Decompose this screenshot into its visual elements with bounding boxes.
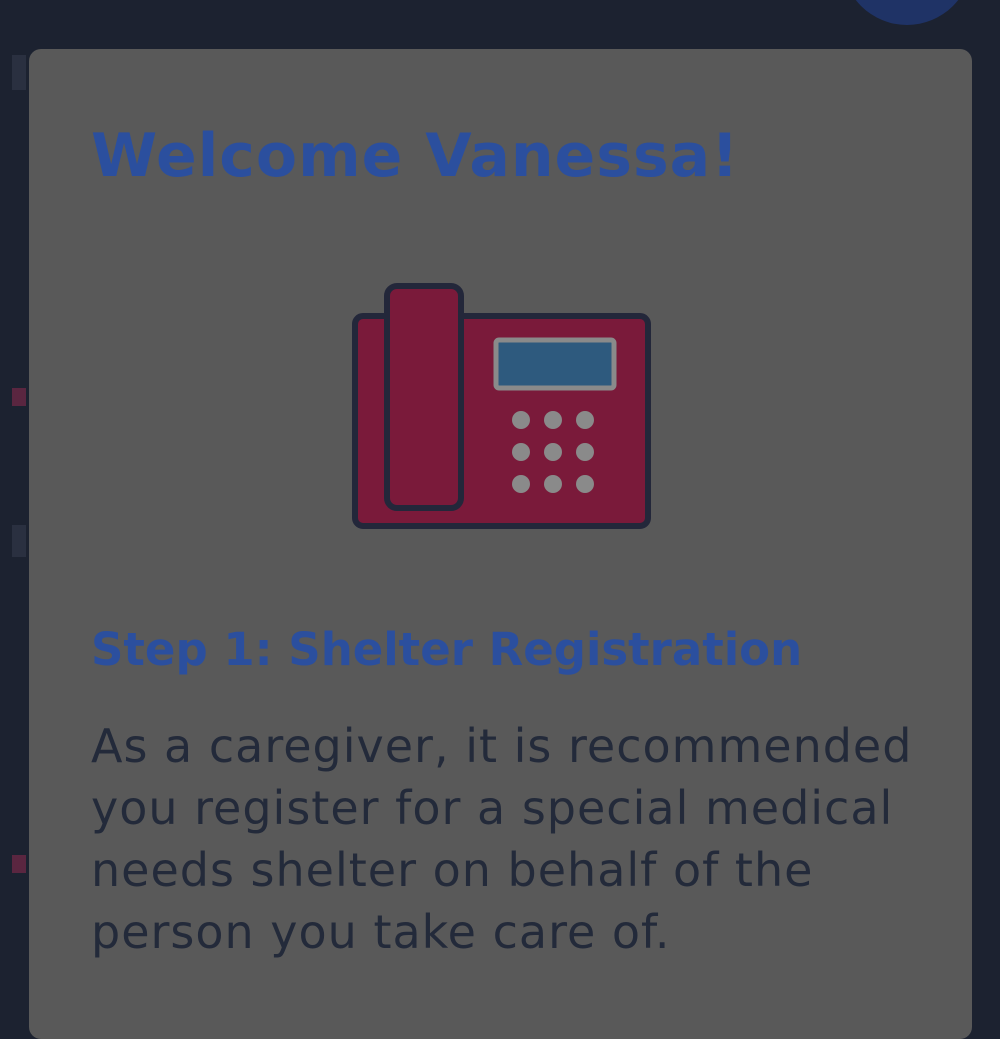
- welcome-modal: Welcome Vanessa! Step 1: Shelter Registr…: [29, 49, 972, 1039]
- step-title: Step 1: Shelter Registration: [91, 623, 803, 676]
- background-element: [12, 55, 26, 90]
- desk-phone-icon: [352, 283, 654, 533]
- step-description: As a caregiver, it is recommended you re…: [91, 719, 913, 959]
- background-element: [12, 388, 26, 406]
- background-element: [12, 855, 26, 873]
- modal-title: Welcome Vanessa!: [91, 121, 740, 191]
- avatar[interactable]: [842, 0, 972, 25]
- background-element: [12, 525, 26, 557]
